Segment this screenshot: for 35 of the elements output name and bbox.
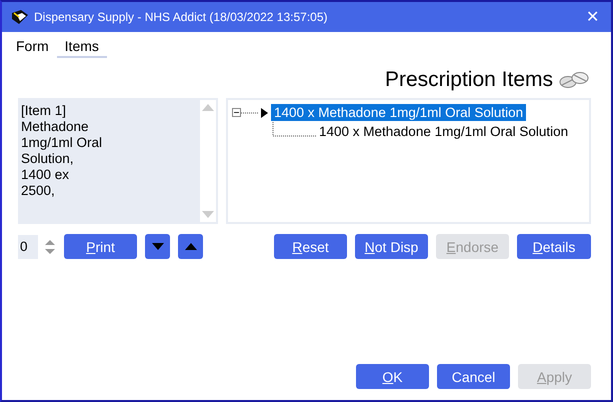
print-button[interactable]: Print (64, 234, 137, 259)
pills-icon (559, 72, 589, 88)
action-button[interactable]: Reset (274, 234, 347, 259)
window-title: Dispensary Supply - NHS Addict (18/03/2022 13:57:05) (34, 10, 329, 24)
item-text-line: Methadone (21, 119, 90, 135)
item-text-line: 1mg/1ml Oral (21, 135, 104, 151)
item-text-line: Solution, (21, 151, 75, 167)
dialog-button[interactable]: OK (356, 364, 429, 389)
action-button[interactable]: Not Disp (355, 234, 428, 259)
item-text-area[interactable]: [Item 1] Methadone 1mg/1ml Oral Solution, 1400 ex 2500, (18, 98, 218, 224)
collapse-icon[interactable] (232, 108, 241, 117)
tree-item[interactable]: 1400 x Methadone 1mg/1ml Oral Solution (316, 123, 572, 140)
dialog-button[interactable]: Cancel (437, 364, 510, 389)
item-text-line: [Item 1] (21, 103, 68, 119)
tree-item[interactable]: 1400 x Methadone 1mg/1ml Oral Solution (271, 104, 526, 121)
item-text-line: 1400 ex (21, 167, 70, 183)
down-arrow-icon (152, 243, 164, 250)
action-button[interactable]: Details (517, 234, 591, 259)
up-arrow-icon (184, 243, 196, 250)
item-text-line: 2500, (21, 183, 56, 199)
move-down-button[interactable] (145, 234, 170, 259)
move-up-button[interactable] (178, 234, 203, 259)
tree-line (272, 122, 316, 136)
spinner-icon[interactable] (44, 238, 56, 256)
tab[interactable]: Items (56, 37, 107, 58)
scroll-down-icon (202, 211, 214, 218)
copies-field[interactable]: 0 (18, 234, 38, 258)
tab[interactable]: Form (8, 37, 57, 58)
scrollbar[interactable] (200, 100, 216, 222)
pointer-icon (261, 108, 268, 118)
section-heading: Prescription Items (384, 68, 553, 92)
tree-line (241, 112, 260, 113)
app-icon (12, 10, 28, 24)
close-button[interactable]: ✕ (582, 7, 603, 27)
scroll-up-icon (202, 104, 214, 111)
